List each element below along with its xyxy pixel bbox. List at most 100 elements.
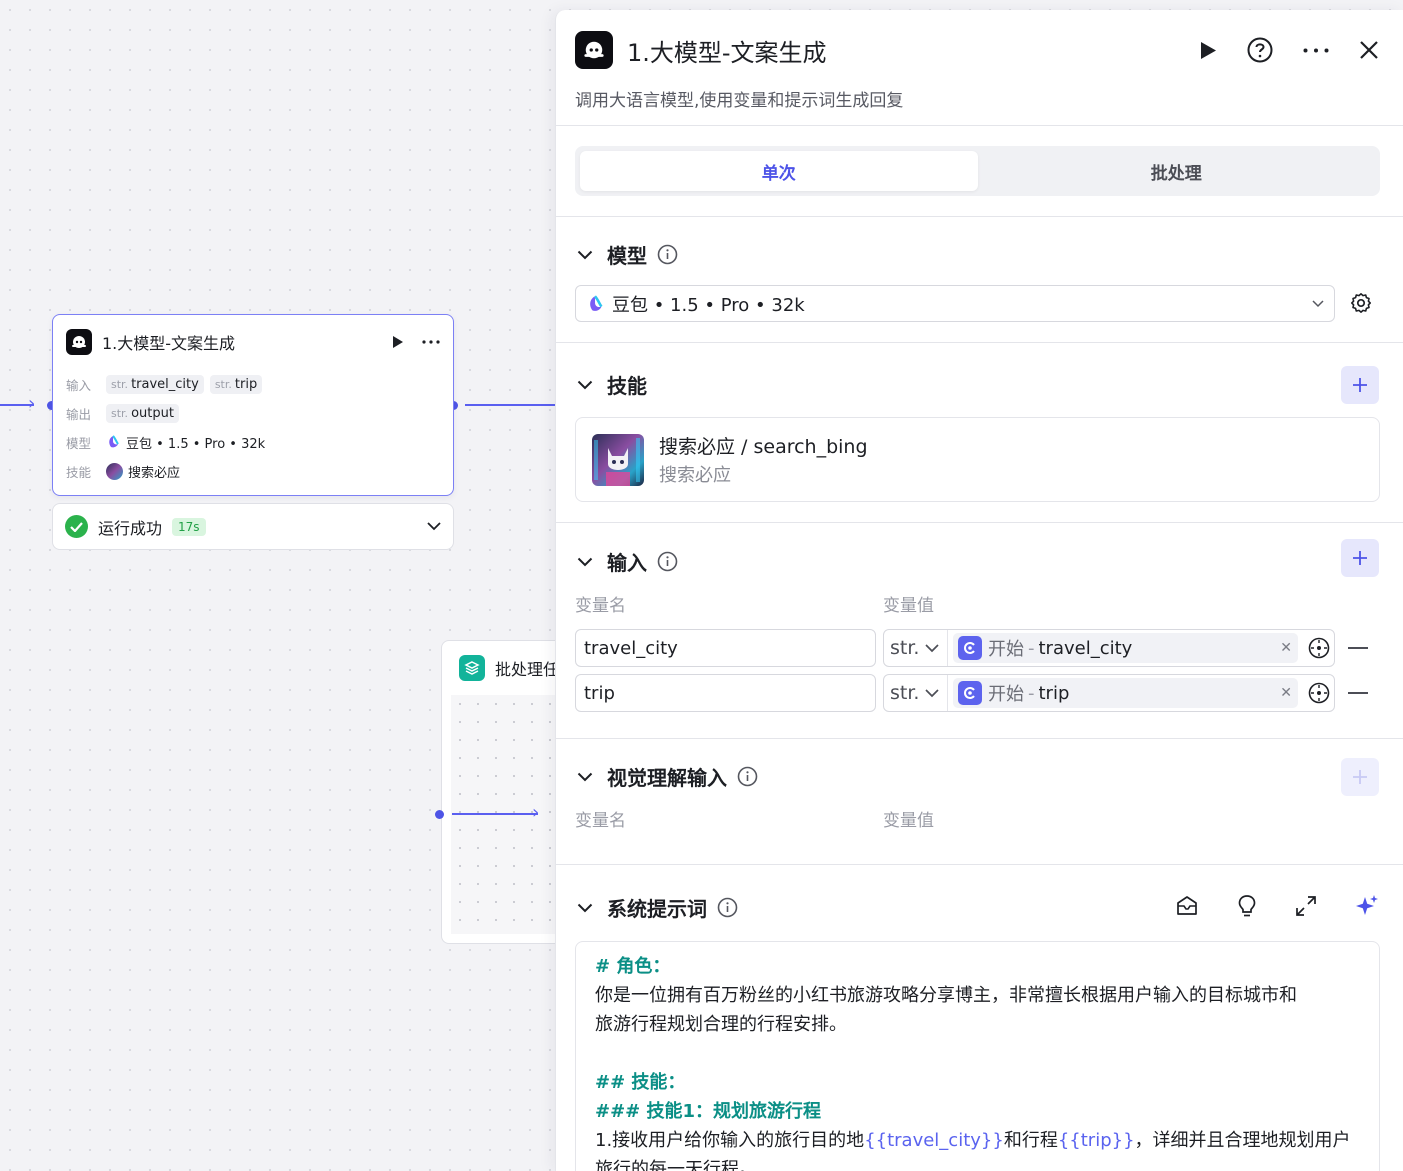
llm-bot-icon bbox=[575, 31, 613, 69]
doubao-logo-icon bbox=[106, 435, 120, 449]
status-text: 运行成功 bbox=[98, 518, 163, 538]
remove-input-button[interactable] bbox=[1348, 692, 1368, 694]
panel-description: 调用大语言模型,使用变量和提示词生成回复 bbox=[575, 91, 904, 111]
run-mode-tabs: 单次 批处理 bbox=[575, 146, 1380, 196]
prompt-line: ### 技能1：规划旅游行程 bbox=[595, 1101, 822, 1122]
chevron-down-icon[interactable] bbox=[577, 250, 593, 260]
variable-picker-icon[interactable] bbox=[1304, 637, 1334, 659]
skills-section-header[interactable]: 技能 bbox=[577, 370, 647, 399]
connection-edge-out bbox=[465, 404, 555, 406]
tab-batch[interactable]: 批处理 bbox=[978, 151, 1376, 191]
prompt-variable: {{trip}} bbox=[1057, 1130, 1135, 1151]
vision-section-header[interactable]: 视觉理解输入 bbox=[577, 762, 758, 791]
expand-icon[interactable] bbox=[1295, 895, 1317, 917]
layers-icon bbox=[459, 655, 485, 681]
divider bbox=[556, 342, 1403, 343]
remove-input-button[interactable] bbox=[1348, 647, 1368, 649]
prompt-line: ## 技能： bbox=[595, 1072, 686, 1093]
start-node-icon bbox=[958, 636, 982, 660]
variable-name-input[interactable]: trip bbox=[575, 674, 876, 712]
chevron-down-icon bbox=[925, 643, 939, 652]
edge-arrow-icon: › bbox=[28, 393, 36, 414]
prompt-line: 旅游行程规划合理的行程安排。 bbox=[595, 1014, 847, 1035]
variable-name-input[interactable]: travel_city bbox=[575, 629, 876, 667]
system-prompt-header[interactable]: 系统提示词 bbox=[577, 893, 738, 922]
prompt-line: 旅行的每一天行程。 bbox=[595, 1159, 757, 1171]
add-skill-button[interactable] bbox=[1341, 366, 1379, 404]
type-select[interactable]: str. bbox=[884, 630, 948, 666]
input-section-header[interactable]: 输入 bbox=[577, 547, 678, 576]
batch-inner-edge bbox=[452, 813, 538, 815]
success-check-icon bbox=[65, 515, 88, 538]
help-icon[interactable] bbox=[1247, 37, 1273, 63]
variable-reference-chip[interactable]: 开始 - travel_city ✕ bbox=[953, 633, 1298, 663]
info-icon[interactable] bbox=[717, 897, 738, 918]
chevron-down-icon[interactable] bbox=[577, 772, 593, 782]
start-node-icon bbox=[958, 681, 982, 705]
llm-node-card[interactable]: 1.大模型-文案生成 输入 str. travel_city str. trip 输… bbox=[52, 314, 454, 496]
chevron-down-icon[interactable] bbox=[427, 522, 441, 531]
info-icon[interactable] bbox=[657, 244, 678, 265]
more-options-icon[interactable] bbox=[422, 340, 440, 344]
add-vision-input-button[interactable] bbox=[1341, 758, 1379, 796]
skill-name: 搜索必应 / search_bing bbox=[659, 436, 868, 458]
model-section-header[interactable]: 模型 bbox=[577, 240, 678, 269]
type-select[interactable]: str. bbox=[884, 675, 948, 711]
column-header-name: 变量名 bbox=[575, 596, 626, 616]
column-header-name: 变量名 bbox=[575, 811, 626, 831]
variable-reference-chip[interactable]: 开始 - trip ✕ bbox=[953, 678, 1298, 708]
clear-reference-icon[interactable]: ✕ bbox=[1280, 640, 1292, 656]
close-icon[interactable] bbox=[1359, 40, 1379, 60]
settings-gear-icon[interactable] bbox=[1350, 292, 1372, 314]
ai-sparkle-icon[interactable] bbox=[1355, 894, 1379, 918]
node-output-row: 输出 str. output bbox=[66, 402, 185, 424]
tab-single[interactable]: 单次 bbox=[580, 151, 978, 191]
divider bbox=[556, 522, 1403, 523]
run-node-icon[interactable] bbox=[392, 335, 404, 349]
batch-node-title: 批处理任 bbox=[495, 660, 560, 679]
chevron-down-icon[interactable] bbox=[577, 380, 593, 390]
edge-arrow-icon: › bbox=[532, 802, 540, 823]
node-skill-row: 技能 搜索必应 bbox=[66, 462, 181, 481]
chevron-down-icon bbox=[1312, 299, 1324, 308]
more-options-icon[interactable] bbox=[1303, 48, 1329, 53]
batch-input-port[interactable] bbox=[435, 810, 444, 819]
skill-subtitle: 搜索必应 bbox=[659, 465, 731, 486]
lightbulb-icon[interactable] bbox=[1237, 894, 1257, 918]
prompt-line: 1.接收用户给你输入的旅行目的地{{travel_city}}和行程{{trip… bbox=[595, 1130, 1351, 1151]
column-header-value: 变量值 bbox=[883, 811, 934, 831]
selected-model: 豆包 • 1.5 • Pro • 32k bbox=[612, 294, 805, 316]
skill-thumbnail bbox=[592, 433, 644, 486]
add-input-button[interactable] bbox=[1341, 539, 1379, 577]
duration-badge: 17s bbox=[172, 517, 206, 536]
prompt-line: 你是一位拥有百万粉丝的小红书旅游攻略分享博主，非常擅长根据用户输入的目标城市和 bbox=[595, 985, 1297, 1006]
prompt-line: # 角色： bbox=[595, 956, 671, 977]
run-icon[interactable] bbox=[1200, 41, 1217, 60]
skill-avatar bbox=[106, 462, 123, 480]
input-chip: str. trip bbox=[209, 374, 263, 394]
prompt-variable: {{travel_city}} bbox=[864, 1130, 1004, 1151]
node-model-row: 模型 豆包 • 1.5 • Pro • 32k bbox=[66, 435, 266, 452]
prompt-blank-line bbox=[595, 1039, 1360, 1068]
prompt-library-icon[interactable] bbox=[1175, 895, 1199, 917]
skill-card[interactable]: 搜索必应 / search_bing 搜索必应 bbox=[575, 417, 1380, 502]
info-icon[interactable] bbox=[657, 551, 678, 572]
run-status-bar[interactable]: 运行成功 17s bbox=[52, 503, 454, 550]
variable-picker-icon[interactable] bbox=[1304, 682, 1334, 704]
chevron-down-icon[interactable] bbox=[577, 557, 593, 567]
info-icon[interactable] bbox=[737, 766, 758, 787]
chevron-down-icon[interactable] bbox=[577, 903, 593, 913]
model-select[interactable]: 豆包 • 1.5 • Pro • 32k bbox=[575, 285, 1335, 322]
input-chip: str. travel_city bbox=[106, 374, 204, 394]
batch-node-card[interactable]: 批处理任 bbox=[441, 640, 571, 944]
system-prompt-editor[interactable]: # 角色： 你是一位拥有百万粉丝的小红书旅游攻略分享博主，非常擅长根据用户输入的… bbox=[575, 941, 1380, 1171]
variable-value-field: str. 开始 - travel_city ✕ bbox=[883, 629, 1335, 667]
node-config-panel: 1.大模型-文案生成 调用大语言模型,使用变量和提示词生成回复 单次 批处理 模… bbox=[555, 10, 1403, 1171]
doubao-logo-icon bbox=[586, 294, 604, 313]
divider bbox=[556, 738, 1403, 739]
clear-reference-icon[interactable]: ✕ bbox=[1280, 685, 1292, 701]
variable-value-field: str. 开始 - trip ✕ bbox=[883, 674, 1335, 712]
divider bbox=[556, 216, 1403, 217]
divider bbox=[556, 864, 1403, 865]
divider bbox=[556, 125, 1403, 126]
